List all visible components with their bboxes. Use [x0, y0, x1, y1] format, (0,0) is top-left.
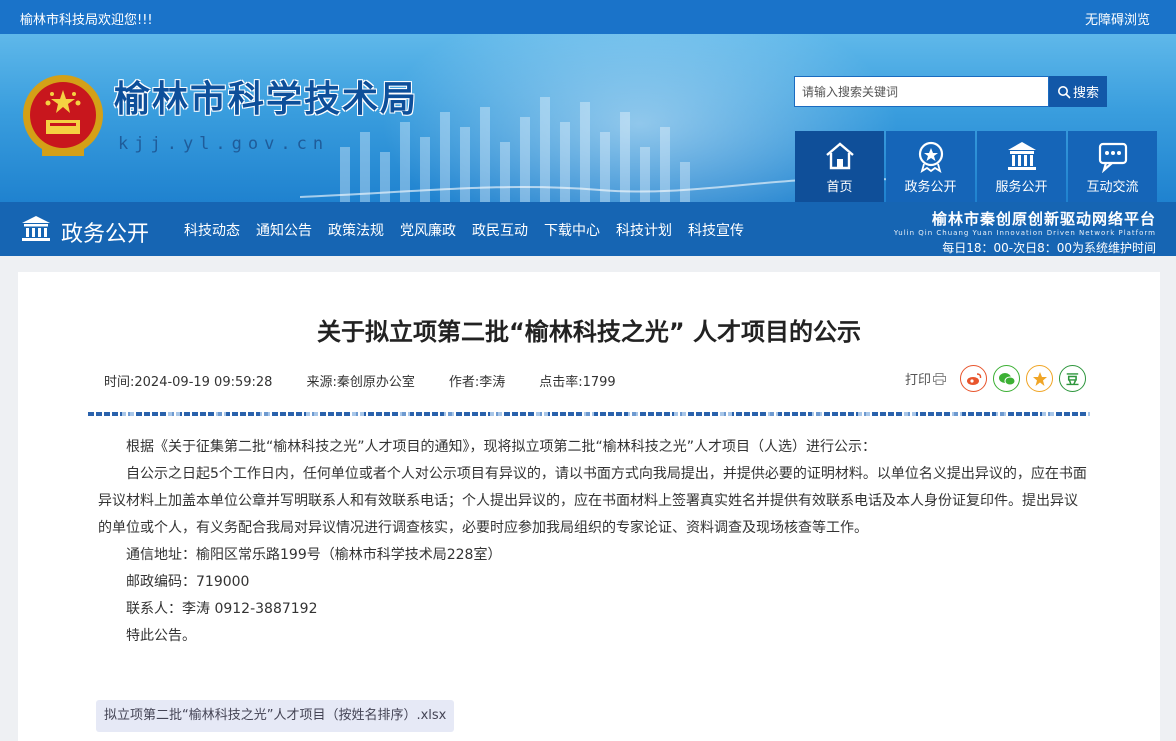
share-bar: 打印 豆	[905, 365, 1087, 392]
print-button[interactable]: 打印	[905, 369, 947, 388]
quicknav-services[interactable]: 服务公开	[977, 131, 1066, 202]
quicknav-label: 互动交流	[1086, 180, 1139, 195]
badge-icon	[918, 141, 943, 173]
quicknav-interaction[interactable]: 互动交流	[1068, 131, 1157, 202]
national-emblem-icon	[23, 75, 103, 156]
print-label: 打印	[905, 373, 932, 388]
weibo-icon[interactable]	[960, 365, 988, 392]
search-button[interactable]: 搜索	[1049, 76, 1107, 107]
nav-link-tech-publicity[interactable]: 科技宣传	[688, 220, 744, 240]
platform-title: 榆林市秦创原创新驱动网络平台	[931, 210, 1156, 228]
nav-link-downloads[interactable]: 下载中心	[544, 220, 600, 240]
accessibility-link[interactable]: 无障碍浏览	[1085, 9, 1150, 28]
attachment-link[interactable]: 拟立项第二批“榆林科技之光”人才项目（按姓名排序）.xlsx	[96, 700, 455, 732]
nav-link-citizen-interaction[interactable]: 政民互动	[472, 220, 528, 240]
platform-english: Yulin Qin Chuang Yuan Innovation Driven …	[893, 229, 1156, 237]
article-meta: 时间:2024-09-19 09:59:28 来源:秦创原办公室 作者:李涛 点…	[104, 371, 650, 390]
platform-link[interactable]: 榆林市秦创原创新驱动网络平台 Yulin Qin Chuang Yuan Inn…	[894, 208, 1156, 256]
paragraph: 通信地址：榆阳区常乐路199号（榆林市科学技术局228室）	[126, 547, 502, 563]
printer-icon	[933, 372, 947, 385]
title-divider	[88, 412, 1090, 416]
publish-time: 时间:2024-09-19 09:59:28	[104, 375, 273, 390]
paragraph: 根据《关于征集第二批“榆林科技之光”人才项目的通知》，现将拟立项第二批“榆林科技…	[126, 439, 877, 455]
government-building-icon	[22, 216, 50, 241]
article-author: 作者:李涛	[448, 375, 506, 390]
paragraph: 自公示之日起5个工作日内，任何单位或者个人对公示项目有异议的，请以书面方式向我局…	[98, 466, 1087, 536]
nav-link-notices[interactable]: 通知公告	[256, 220, 312, 240]
article-title: 关于拟立项第二批“榆林科技之光” 人才项目的公示	[317, 318, 861, 346]
article-source: 来源:秦创原办公室	[306, 375, 415, 390]
site-domain: kjj.yl.gov.cn	[118, 134, 330, 154]
article-body: 根据《关于征集第二批“榆林科技之光”人才项目的通知》，现将拟立项第二批“榆林科技…	[98, 434, 1090, 650]
maintenance-notice: 每日18：00-次日8：00为系统维护时间	[942, 241, 1156, 255]
view-count: 点击率:1799	[539, 375, 616, 390]
quicknav-label: 政务公开	[904, 180, 957, 195]
building-icon	[1007, 142, 1036, 170]
qzone-icon[interactable]	[1026, 365, 1054, 392]
wechat-icon[interactable]	[993, 365, 1021, 392]
header-banner: 榆林市科学技术局 kjj.yl.gov.cn 搜索 首页 政务公开 服务公开 互…	[0, 34, 1176, 202]
paragraph: 联系人：李涛 0912-3887192	[126, 601, 318, 617]
nav-link-tech-plans[interactable]: 科技计划	[616, 220, 672, 240]
search-box: 搜索	[794, 76, 1107, 107]
search-button-label: 搜索	[1072, 86, 1099, 101]
search-input[interactable]	[794, 76, 1049, 107]
nav-link-tech-news[interactable]: 科技动态	[184, 220, 240, 240]
welcome-text: 榆林市科技局欢迎您!!!	[20, 13, 153, 28]
main-nav-bar: 政务公开 科技动态 通知公告 政策法规 党风廉政 政民互动 下载中心 科技计划 …	[0, 202, 1176, 256]
section-title: 政务公开	[61, 222, 150, 247]
home-icon	[825, 142, 854, 170]
site-title: 榆林市科学技术局	[114, 78, 419, 120]
article-card: 关于拟立项第二批“榆林科技之光” 人才项目的公示 时间:2024-09-19 0…	[18, 272, 1160, 741]
search-icon	[1057, 85, 1071, 99]
paragraph: 特此公告。	[126, 628, 196, 644]
paragraph: 邮政编码：719000	[126, 574, 250, 590]
nav-link-policies[interactable]: 政策法规	[328, 220, 384, 240]
quicknav-label: 服务公开	[995, 180, 1048, 195]
main-nav-links: 科技动态 通知公告 政策法规 党风廉政 政民互动 下载中心 科技计划 科技宣传	[176, 220, 752, 240]
quicknav-gov-affairs[interactable]: 政务公开	[886, 131, 975, 202]
chat-icon	[1098, 142, 1127, 173]
top-bar: 榆林市科技局欢迎您!!! 无障碍浏览	[0, 0, 1176, 34]
quicknav-label: 首页	[826, 180, 853, 195]
douban-icon[interactable]: 豆	[1059, 365, 1087, 392]
nav-link-integrity[interactable]: 党风廉政	[400, 220, 456, 240]
quicknav-home[interactable]: 首页	[795, 131, 884, 202]
